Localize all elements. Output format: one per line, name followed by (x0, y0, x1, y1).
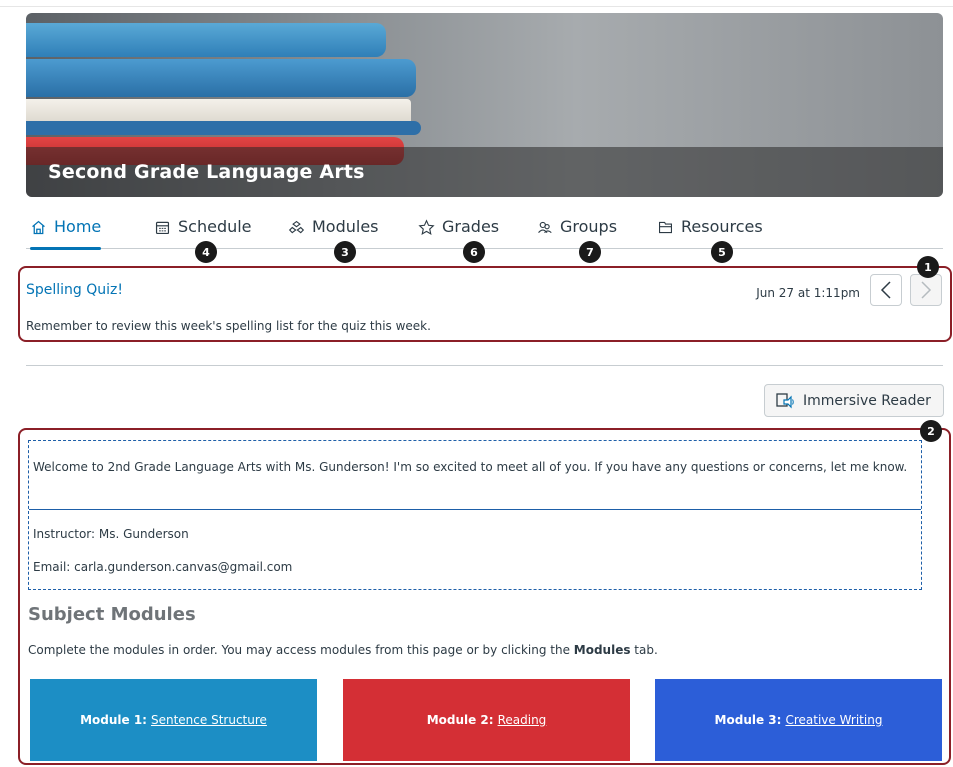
banner-book (26, 59, 416, 97)
immersive-reader-label: Immersive Reader (803, 392, 931, 409)
chevron-left-icon (880, 281, 891, 299)
tab-groups[interactable]: Groups (536, 217, 617, 249)
module-prefix: Module 3: (714, 713, 782, 727)
resources-icon (658, 221, 673, 234)
module-card-3[interactable]: Module 3: Creative Writing (655, 679, 942, 761)
top-divider (0, 6, 953, 7)
immersive-reader-icon (776, 392, 794, 408)
email-text: Email: carla.gunderson.canvas@gmail.com (33, 560, 293, 574)
groups-icon (538, 221, 552, 234)
tab-schedule-label: Schedule (178, 217, 252, 236)
welcome-text: Welcome to 2nd Grade Language Arts with … (33, 460, 908, 474)
next-announcement-button[interactable] (910, 274, 942, 306)
tab-resources[interactable]: Resources (657, 217, 763, 249)
module-link[interactable]: Sentence Structure (151, 713, 267, 727)
module-link[interactable]: Reading (498, 713, 547, 727)
announcement-date: Jun 27 at 1:11pm (756, 286, 860, 300)
callout-badge: 5 (711, 241, 733, 263)
home-icon (32, 220, 45, 235)
module-prefix: Module 1: (80, 713, 147, 727)
welcome-box: Welcome to 2nd Grade Language Arts with … (28, 440, 922, 590)
module-card-2[interactable]: Module 2: Reading (343, 679, 630, 761)
callout-badge: 6 (463, 241, 485, 263)
description-bold: Modules (573, 643, 631, 657)
announcement-panel: Spelling Quiz! Jun 27 at 1:11pm Remember… (18, 266, 952, 342)
front-page-content: Welcome to 2nd Grade Language Arts with … (18, 428, 951, 765)
announcement-body: Remember to review this week's spelling … (26, 319, 431, 333)
course-title: Second Grade Language Arts (48, 161, 365, 183)
module-prefix: Module 2: (426, 713, 494, 727)
module-card-1[interactable]: Module 1: Sentence Structure (30, 679, 317, 761)
course-tabs: Home Schedule Modules Grades Groups Reso… (26, 213, 943, 250)
course-banner: Second Grade Language Arts (26, 13, 943, 197)
subject-modules-description: Complete the modules in order. You may a… (28, 643, 658, 657)
immersive-reader-button[interactable]: Immersive Reader (764, 384, 944, 417)
tab-home-label: Home (54, 217, 102, 236)
subject-modules-heading: Subject Modules (28, 604, 196, 625)
tab-groups-label: Groups (560, 217, 618, 236)
callout-badge: 2 (920, 420, 942, 442)
previous-announcement-button[interactable] (870, 274, 902, 306)
chevron-right-icon (921, 281, 932, 299)
tab-home[interactable]: Home (30, 217, 102, 250)
description-text-end: tab. (630, 643, 658, 657)
callout-badge: 7 (579, 241, 601, 263)
callout-badge: 3 (334, 241, 356, 263)
calendar-icon (155, 221, 170, 235)
module-link[interactable]: Creative Writing (785, 713, 882, 727)
welcome-divider (29, 509, 921, 510)
announcement-title[interactable]: Spelling Quiz! (26, 282, 123, 298)
tab-modules[interactable]: Modules (288, 217, 379, 249)
tab-grades[interactable]: Grades (418, 217, 499, 249)
section-divider (26, 365, 943, 366)
callout-badge: 1 (917, 256, 939, 278)
callout-badge: 4 (195, 241, 217, 263)
star-icon (418, 219, 435, 235)
modules-icon (288, 220, 305, 234)
tab-modules-label: Modules (312, 217, 379, 236)
tab-resources-label: Resources (681, 217, 763, 236)
page: Second Grade Language Arts Home Schedule… (0, 0, 953, 767)
tab-grades-label: Grades (442, 217, 500, 236)
instructor-text: Instructor: Ms. Gunderson (33, 527, 189, 541)
banner-image (26, 23, 386, 57)
description-text: Complete the modules in order. You may a… (28, 643, 574, 657)
banner-book (26, 121, 421, 135)
